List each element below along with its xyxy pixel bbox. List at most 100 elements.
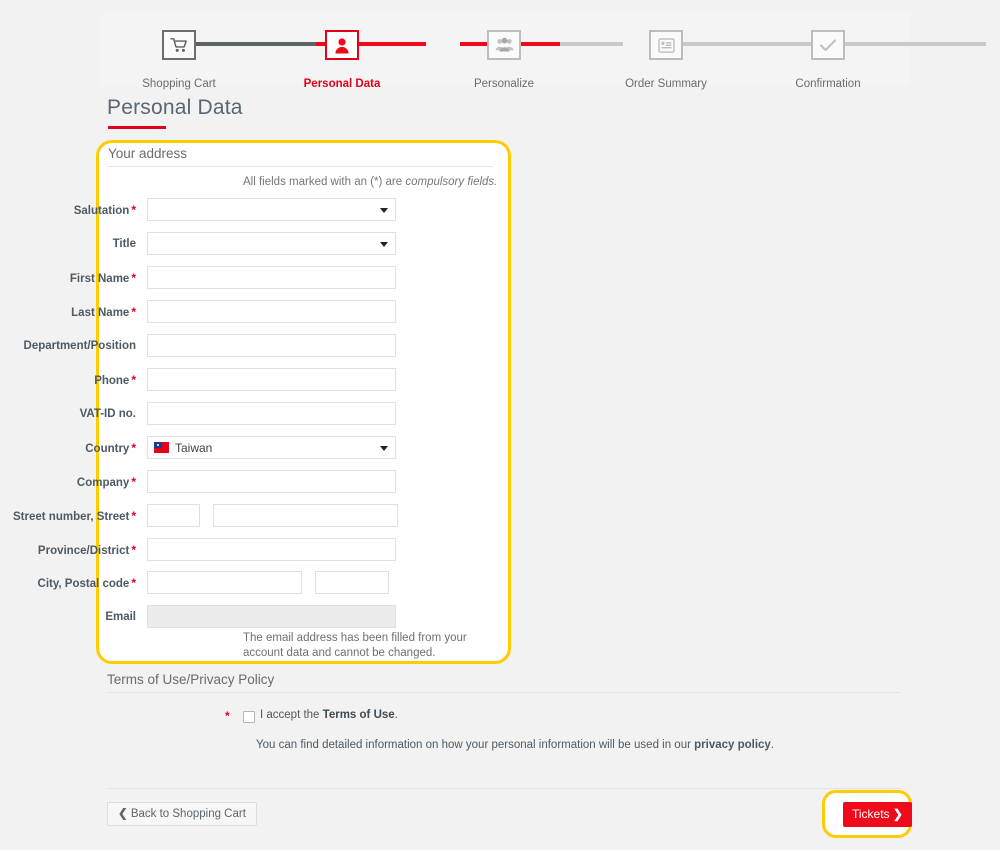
chevron-down-icon — [380, 445, 388, 451]
form-row-street: Street number, Street * — [0, 504, 415, 528]
label-email: Email — [105, 611, 136, 623]
form-row-vat-id: VAT-ID no. — [0, 402, 415, 426]
compulsory-note-emphasis: compulsory fields. — [405, 176, 498, 188]
stepper-connector-1a — [196, 42, 316, 46]
stepper-label-shopping-cart: Shopping Cart — [142, 78, 216, 90]
form-row-company: Company * — [0, 470, 415, 494]
country-select[interactable]: Taiwan — [147, 436, 396, 459]
terms-divider — [107, 692, 900, 693]
label-city-postal: City, Postal code * — [37, 576, 136, 590]
label-company: Company * — [76, 475, 136, 489]
stepper-connector-2b — [560, 42, 623, 46]
label-province: Province/District * — [37, 543, 136, 557]
label-last-name: Last Name * — [71, 305, 136, 319]
province-input[interactable] — [147, 538, 396, 561]
shopping-cart-icon — [170, 37, 188, 53]
taiwan-flag-icon — [154, 442, 169, 453]
accept-terms-checkbox[interactable] — [243, 711, 255, 723]
label-first-name: First Name * — [69, 271, 136, 285]
list-document-icon — [657, 37, 675, 53]
stepper-step-personal-data[interactable] — [325, 30, 359, 60]
email-input — [147, 605, 396, 628]
terms-of-use-link[interactable]: Terms of Use — [323, 709, 395, 721]
postal-code-input[interactable] — [315, 571, 390, 594]
city-input[interactable] — [147, 571, 302, 594]
page-title: Personal Data — [107, 96, 243, 119]
group-people-icon — [494, 37, 514, 53]
privacy-suffix: . — [770, 739, 775, 751]
your-address-divider — [108, 166, 493, 167]
required-marker: * — [131, 271, 136, 285]
form-row-last-name: Last Name * — [0, 300, 415, 324]
accept-suffix: . — [394, 709, 398, 721]
required-marker: * — [131, 543, 136, 557]
label-department: Department/Position — [23, 340, 136, 352]
compulsory-note-prefix: All fields marked with an (*) are — [243, 176, 406, 188]
terms-required-marker: * — [225, 709, 230, 723]
compulsory-fields-note: All fields marked with an (*) are compul… — [243, 176, 497, 188]
stepper-label-confirmation: Confirmation — [795, 78, 861, 90]
privacy-prefix: You can find detailed information on how… — [256, 739, 695, 751]
chevron-left-icon: ❮ — [118, 808, 128, 820]
label-street: Street number, Street * — [13, 509, 136, 523]
chevron-down-icon — [380, 207, 388, 213]
accept-prefix: I accept the — [260, 709, 323, 721]
chevron-right-icon: ❯ — [892, 807, 903, 821]
page-title-underline — [108, 126, 166, 129]
stepper-track: Shopping Cart Personal Data Personalize … — [100, 14, 986, 90]
street-name-input[interactable] — [213, 504, 399, 527]
form-row-province: Province/District * — [0, 538, 415, 562]
required-marker: * — [131, 203, 136, 217]
back-to-shopping-cart-button[interactable]: ❮ Back to Shopping Cart — [107, 802, 257, 826]
required-marker: * — [131, 441, 136, 455]
required-marker: * — [131, 509, 136, 523]
title-select[interactable] — [147, 232, 396, 255]
form-row-title: Title — [0, 232, 415, 256]
stepper-step-personalize[interactable] — [487, 30, 521, 60]
vat-id-input[interactable] — [147, 402, 396, 425]
privacy-policy-text: You can find detailed information on how… — [256, 739, 774, 751]
required-marker: * — [131, 475, 136, 489]
form-row-city-postal: City, Postal code * — [0, 571, 415, 595]
checkmark-icon — [819, 38, 837, 53]
stepper-step-confirmation[interactable] — [811, 30, 845, 60]
back-button-label: Back to Shopping Cart — [130, 808, 246, 820]
last-name-input[interactable] — [147, 300, 396, 323]
terms-legend: Terms of Use/Privacy Policy — [107, 672, 275, 687]
label-salutation: Salutation * — [73, 203, 136, 217]
form-row-phone: Phone * — [0, 368, 415, 392]
label-phone: Phone * — [94, 373, 136, 387]
stepper-step-order-summary[interactable] — [649, 30, 683, 60]
stepper-label-personal-data: Personal Data — [303, 78, 381, 90]
stepper-label-order-summary: Order Summary — [625, 78, 707, 90]
footer-divider — [107, 788, 900, 789]
your-address-legend: Your address — [108, 146, 188, 161]
form-row-first-name: First Name * — [0, 266, 415, 290]
street-number-input[interactable] — [147, 504, 200, 527]
stepper-step-shopping-cart[interactable] — [162, 30, 196, 60]
country-value: Taiwan — [175, 440, 213, 455]
email-help-text: The email address has been filled from y… — [243, 632, 467, 659]
label-title: Title — [112, 238, 136, 250]
phone-input[interactable] — [147, 368, 396, 391]
form-row-salutation: Salutation * — [0, 198, 415, 222]
tickets-button-label: Tickets — [852, 807, 890, 821]
company-input[interactable] — [147, 470, 396, 493]
form-row-country: Country * Taiwan — [0, 436, 415, 460]
form-row-department: Department/Position — [0, 334, 415, 358]
chevron-down-icon — [380, 241, 388, 247]
accept-terms-label: I accept the Terms of Use. — [260, 709, 398, 721]
tickets-button[interactable]: Tickets ❯ — [843, 802, 912, 827]
first-name-input[interactable] — [147, 266, 396, 289]
form-row-email: Email — [0, 605, 415, 629]
required-marker: * — [131, 373, 136, 387]
stepper-label-personalize: Personalize — [473, 78, 535, 90]
salutation-select[interactable] — [147, 198, 396, 221]
required-marker: * — [131, 576, 136, 590]
checkout-stepper: Shopping Cart Personal Data Personalize … — [100, 14, 986, 90]
label-country: Country * — [85, 441, 136, 455]
label-vat-id: VAT-ID no. — [79, 408, 136, 420]
department-input[interactable] — [147, 334, 396, 357]
privacy-policy-link[interactable]: privacy policy — [694, 739, 771, 751]
person-icon — [334, 37, 350, 54]
